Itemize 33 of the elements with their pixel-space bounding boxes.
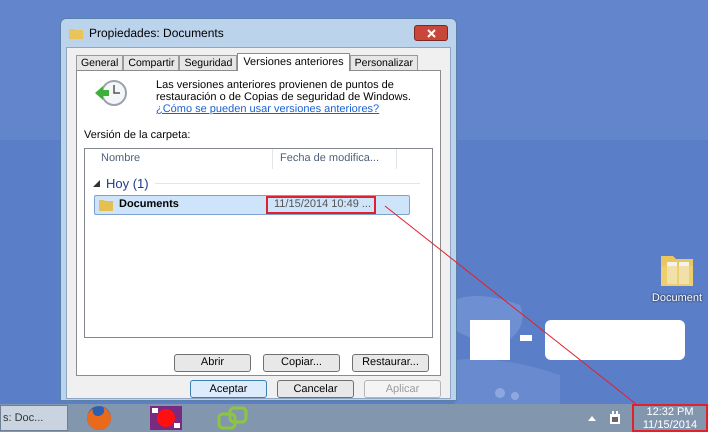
up-arrow-icon[interactable] xyxy=(588,416,596,420)
dialog-button[interactable]: Cancelar xyxy=(277,380,354,398)
help-link[interactable]: ¿Cómo se pueden usar versiones anteriores? xyxy=(156,103,380,115)
column-header[interactable]: Fecha de modifica... xyxy=(273,148,397,168)
desktop-icon-label[interactable]: Document xyxy=(652,290,702,306)
modified-date: 11/15/2014 10:49 ... xyxy=(266,196,376,214)
description-text: Las versiones anteriores provienen de puntos de restauración o de Copias de seguridad de Windows. xyxy=(156,79,412,103)
dialog-button[interactable]: Aceptar xyxy=(190,380,267,398)
tab[interactable]: Compartir xyxy=(123,55,180,70)
action-button[interactable]: Abrir xyxy=(174,354,251,372)
file-row[interactable]: Documents 11/15/2014 10:49 ... xyxy=(94,194,410,214)
app-icon[interactable] xyxy=(149,405,183,431)
column-header[interactable]: Nombre xyxy=(85,148,273,168)
file-name: Documents xyxy=(119,197,179,212)
list-label: Versión de la carpeta: xyxy=(84,128,190,143)
taskbar-window-button[interactable]: s: Doc... xyxy=(0,405,68,431)
clock-time: 12:32 PM xyxy=(646,406,694,419)
tab[interactable]: Versiones anteriores xyxy=(237,53,350,71)
group-header[interactable]: Hoy (1) xyxy=(106,174,149,194)
tab[interactable]: General xyxy=(76,55,124,70)
clock-date: 11/15/2014 xyxy=(642,419,698,432)
expand-arrow-icon[interactable] xyxy=(93,180,100,187)
power-plug-icon[interactable] xyxy=(608,411,622,425)
folder-icon xyxy=(69,27,83,39)
close-icon xyxy=(426,28,436,38)
action-button[interactable]: Copiar... xyxy=(263,354,340,372)
folder-icon xyxy=(99,198,113,210)
close-button[interactable] xyxy=(414,25,448,41)
window-title: Propiedades: Documents xyxy=(89,25,225,42)
tab[interactable]: Seguridad xyxy=(179,55,238,70)
action-button[interactable]: Restaurar... xyxy=(352,354,429,372)
clock-icon xyxy=(94,79,128,109)
tab[interactable]: Personalizar xyxy=(350,55,418,70)
